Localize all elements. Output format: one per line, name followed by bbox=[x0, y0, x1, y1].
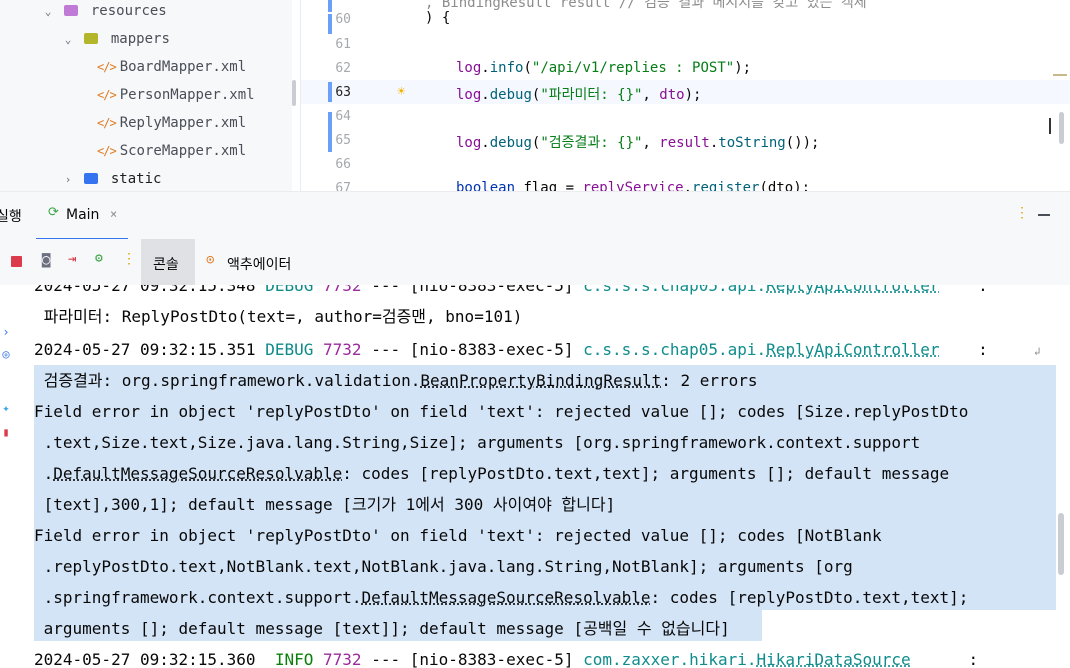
log-message: 검증결과: org.springframework.validation.Bea… bbox=[43, 371, 758, 390]
log-line: 2024-05-27 09:32:15.351 DEBUG 7732 --- [… bbox=[34, 340, 988, 359]
actuator-icon: ⊙ bbox=[206, 252, 215, 268]
xml-file-icon: </> bbox=[97, 60, 117, 74]
console-toolbar: ◙ ⇥ ⚙ ⋮ 콘솔 ⊙ 액추에이터 bbox=[0, 239, 1070, 286]
tree-item-scoremapper[interactable]: </> ScoreMapper.xml bbox=[97, 137, 246, 165]
chevron-down-icon[interactable]: ⌄ bbox=[40, 0, 56, 26]
log-line: 2024-05-27 09:32:15.348 DEBUG 7732 --- [… bbox=[34, 285, 988, 295]
tree-item-resources[interactable]: ⌄ resources bbox=[40, 0, 167, 25]
more-options-icon[interactable]: ⋮ bbox=[1015, 205, 1029, 221]
tree-scrollbar[interactable] bbox=[292, 80, 296, 106]
tree-item-mappers[interactable]: ⌄ mappers bbox=[60, 25, 170, 53]
xml-file-icon: </> bbox=[97, 116, 117, 130]
log-message: arguments []; default message [text]]; d… bbox=[34, 619, 730, 638]
line-number: 65 bbox=[335, 133, 351, 148]
xml-file-icon: </> bbox=[97, 144, 117, 158]
line-number: 64 bbox=[335, 109, 351, 124]
close-icon[interactable]: × bbox=[110, 207, 117, 221]
project-tree: ⌄ resources ⌄ mappers </> BoardMapper.xml… bbox=[0, 0, 292, 191]
console-output[interactable]: › ◎ ✦ ▮ 2024-05-27 09:32:15.348 DEBUG 77… bbox=[0, 285, 1070, 668]
code-line-63: log.debug("파라미터: {}", dto); bbox=[456, 87, 702, 103]
camera-icon[interactable]: ◙ bbox=[42, 252, 50, 268]
tree-item-personmapper[interactable]: </> PersonMapper.xml bbox=[97, 81, 255, 109]
globe-icon: ◎ bbox=[2, 347, 10, 361]
tab-actuator[interactable]: ⊙ 액추에이터 bbox=[204, 239, 314, 285]
run-window-header: 실행 ⟳ Main × ⋮ bbox=[0, 191, 1070, 240]
line-number: 61 bbox=[335, 37, 351, 52]
tree-item-replymapper[interactable]: </> ReplyMapper.xml bbox=[97, 109, 246, 137]
error-marker-icon: ▮ bbox=[2, 425, 10, 439]
line-number: 67 bbox=[335, 181, 351, 191]
caret-marker bbox=[1049, 118, 1051, 134]
tab-actuator-label: 액추에이터 bbox=[227, 257, 292, 273]
chevron-right-icon[interactable]: › bbox=[60, 166, 76, 191]
soft-wrap-icon: ↲ bbox=[1034, 345, 1041, 358]
change-marker bbox=[328, 0, 332, 12]
run-window-label: 실행 bbox=[0, 209, 22, 225]
log-message: .springframework.context.support.Default… bbox=[34, 588, 969, 607]
log-message: Field error in object 'replyPostDto' on … bbox=[34, 526, 882, 545]
log-line: 2024-05-27 09:32:15.360 INFO 7732 --- [n… bbox=[34, 650, 979, 668]
code-editor[interactable]: 60 61 62 63 64 65 66 67 ☀ , BindingResul… bbox=[300, 0, 1070, 191]
tab-marker-icon: › bbox=[2, 325, 10, 339]
log-message: [text],300,1]; default message [크기가 1에서 … bbox=[34, 495, 616, 514]
gear-icon[interactable]: ⚙ bbox=[95, 251, 103, 266]
code-line-59: , BindingResult result // 검증 결과 메시지를 갖고 … bbox=[425, 0, 867, 11]
line-number: 66 bbox=[335, 157, 351, 172]
minimize-icon[interactable] bbox=[1038, 214, 1050, 216]
line-number: 63 bbox=[335, 85, 351, 100]
resources-folder-icon bbox=[84, 173, 99, 184]
line-number: 62 bbox=[335, 61, 351, 76]
console-scrollbar[interactable] bbox=[1058, 513, 1064, 575]
line-number: 60 bbox=[335, 12, 351, 27]
scroll-marker bbox=[1053, 74, 1067, 76]
code-line-67: boolean flag = replyService.register(dto… bbox=[456, 180, 811, 191]
run-config-icon: ⟳ bbox=[48, 205, 59, 220]
log-message: .text,Size.text,Size.java.lang.String,Si… bbox=[34, 433, 921, 452]
tab-console-label: 콘솔 bbox=[153, 257, 179, 273]
tab-console[interactable]: 콘솔 bbox=[141, 239, 195, 285]
lightbulb-icon[interactable]: ☀ bbox=[397, 84, 405, 100]
log-message: 파라미터: ReplyPostDto(text=, author=검증맨, bn… bbox=[34, 307, 523, 326]
code-line-62: log.info("/api/v1/replies : POST"); bbox=[456, 60, 752, 76]
code-line-65: log.debug("검증결과: {}", result.toString())… bbox=[456, 135, 820, 151]
xml-file-icon: </> bbox=[97, 88, 117, 102]
log-message: .DefaultMessageSourceResolvable: codes [… bbox=[34, 464, 950, 483]
package-folder-icon bbox=[84, 33, 99, 44]
tree-item-boardmapper[interactable]: </> BoardMapper.xml bbox=[97, 53, 246, 81]
tree-item-static[interactable]: › static bbox=[60, 165, 162, 191]
log-message: Field error in object 'replyPostDto' on … bbox=[34, 402, 969, 421]
log-message: .replyPostDto.text,NotBlank.text,NotBlan… bbox=[34, 557, 853, 576]
more-vertical-icon[interactable]: ⋮ bbox=[122, 251, 136, 267]
tab-main-label: Main bbox=[66, 207, 100, 223]
stop-icon[interactable] bbox=[11, 256, 22, 267]
service-icon: ✦ bbox=[2, 401, 10, 415]
code-line-60: ) { bbox=[425, 10, 451, 26]
chevron-down-icon[interactable]: ⌄ bbox=[60, 26, 76, 54]
editor-scrollbar[interactable] bbox=[1059, 112, 1064, 144]
tab-main[interactable]: ⟳ Main × bbox=[36, 192, 128, 240]
exit-icon[interactable]: ⇥ bbox=[68, 251, 76, 267]
resources-folder-icon bbox=[64, 5, 79, 16]
